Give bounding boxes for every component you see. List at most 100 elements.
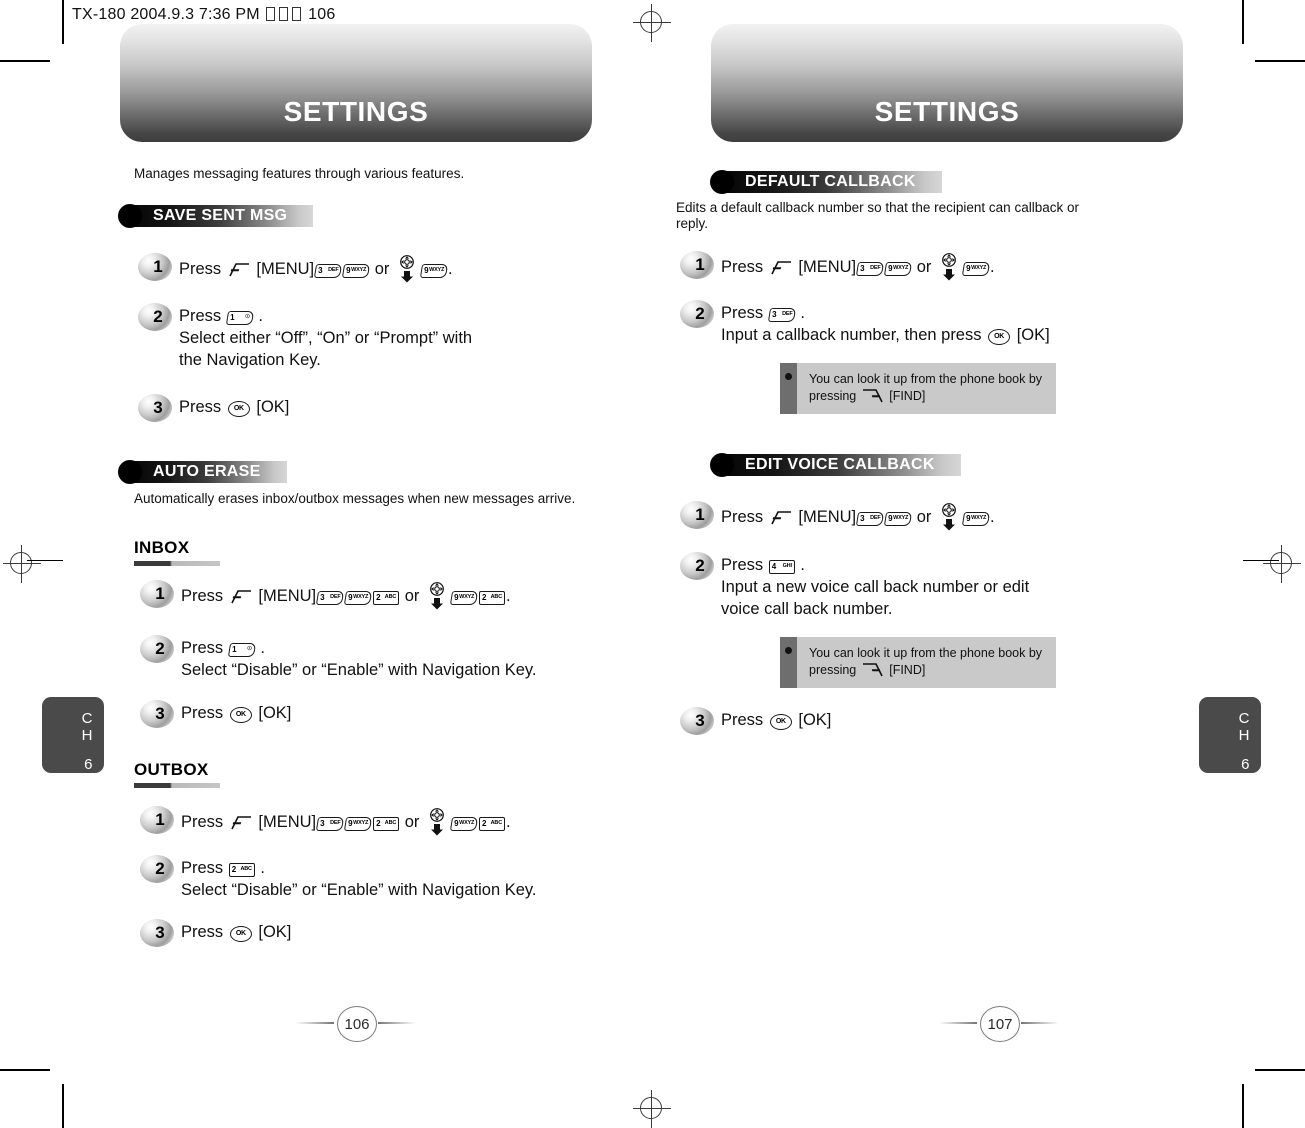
step-number-badge: 2: [680, 300, 714, 328]
press-label: Press: [181, 923, 224, 941]
or-label: or: [916, 508, 932, 526]
note-bullet-icon: [785, 647, 792, 654]
press-label: Press: [721, 508, 764, 526]
registration-mark-right-middle: [1263, 545, 1301, 583]
section-header-label: SAVE SENT MSG: [131, 205, 314, 227]
step-number-badge: 3: [140, 700, 174, 728]
period: .: [258, 307, 263, 325]
menu-softkey-icon: [229, 589, 253, 606]
step-item: 3 Press OK [OK]: [140, 700, 291, 728]
press-label: Press: [181, 859, 224, 877]
keypad-key-9-icon: 9 WXYZ: [884, 262, 913, 276]
step-number: 3: [153, 398, 163, 417]
period: .: [800, 556, 805, 574]
step-text: Press [MENU] 3 DEF 9 WXYZ 2 ABC or 9 WXYZ 2 ABC.: [181, 806, 511, 836]
bullet-circle-icon: [710, 170, 734, 194]
navigation-key-down-icon: [426, 582, 448, 610]
period: .: [800, 304, 805, 322]
bullet-circle-icon: [118, 460, 142, 484]
step-number: 2: [155, 639, 165, 658]
crop-line-top-right-horizontal: [1255, 60, 1305, 62]
step-text: Press [MENU] 3 DEF 9 WXYZ or 9 WXYZ.: [179, 253, 453, 283]
note-stripe: [780, 637, 797, 688]
press-label: Press: [721, 556, 764, 574]
keypad-key-9-icon: 9 WXYZ: [342, 264, 371, 278]
keypad-key-3-icon: 3 DEF: [856, 262, 885, 276]
menu-softkey-icon: [227, 262, 251, 279]
step-text: Press [MENU] 3 DEF 9 WXYZ 2 ABC or 9 WXYZ 2 ABC.: [181, 580, 511, 610]
menu-softkey-icon: [769, 260, 793, 277]
step-line: voice call back number.: [721, 600, 893, 618]
step-line: the Navigation Key.: [179, 351, 321, 369]
navigation-key-down-icon: [938, 253, 960, 281]
keypad-key-2-icon: 2 ABC: [373, 591, 400, 605]
page-banner-left: SETTINGS: [120, 24, 592, 142]
ok-key-icon: OK: [988, 329, 1011, 345]
description-line: reply.: [676, 216, 709, 231]
press-label: Press: [181, 704, 224, 722]
page-number-value: 107: [980, 1006, 1020, 1042]
press-label: Press: [179, 307, 222, 325]
section-header-edit-voice-callback: EDIT VOICE CALLBACK: [710, 453, 961, 477]
page-title: SETTINGS: [283, 96, 429, 127]
navigation-key-down-icon: [396, 255, 418, 283]
bullet-circle-icon: [710, 453, 734, 477]
left-page-intro: Manages messaging features through vario…: [134, 166, 465, 181]
note-pressing-label: pressing: [809, 389, 857, 403]
step-number-badge: 3: [140, 919, 174, 947]
step-text: Press 3 DEF . Input a callback number, th…: [721, 300, 1050, 346]
keypad-key-9-icon: 9 WXYZ: [449, 591, 479, 605]
step-number: 1: [155, 584, 165, 603]
press-label: Press: [179, 260, 222, 278]
step-item: 1 Press [MENU] 3 DEF 9 WXYZ or 9 WXYZ.: [138, 253, 453, 283]
step-item: 2 Press 1 ☉ . Select either “Off”, “On” o…: [138, 303, 472, 371]
subsection-rule: [134, 561, 220, 566]
note-body: You can look it up from the phone book b…: [797, 637, 1057, 688]
description-line: Edits a default callback number so that …: [676, 200, 1079, 215]
step-line: Select “Disable” or “Enable” with Naviga…: [181, 881, 537, 899]
navigation-key-down-icon: [426, 808, 448, 836]
step-item: 1 Press [MENU] 3 DEF 9 WXYZ or 9 WXYZ.: [680, 251, 995, 281]
step-number-badge: 1: [138, 253, 172, 281]
step-line: Input a new voice call back number or ed…: [721, 578, 1030, 596]
step-number: 2: [695, 556, 705, 575]
page-title: SETTINGS: [874, 96, 1020, 127]
step-line: Select either “Off”, “On” or “Prompt” wi…: [179, 329, 473, 347]
step-item: 2 Press 1 ☉ . Select “Disable” or “Enable…: [140, 635, 537, 681]
crop-line-bottom-right-horizontal: [1255, 1069, 1305, 1071]
press-label: Press: [181, 587, 224, 605]
keypad-key-3-icon: 3 DEF: [314, 264, 343, 278]
keypad-key-9-icon: 9 WXYZ: [961, 262, 991, 276]
step-number-badge: 2: [680, 552, 714, 580]
ok-label: [OK]: [258, 704, 292, 722]
step-number-badge: 1: [680, 251, 714, 279]
menu-label: [MENU]: [256, 260, 315, 278]
keypad-key-3-icon: 3 DEF: [316, 817, 345, 831]
note-stripe: [780, 363, 797, 414]
step-text: Press 1 ☉ . Select “Disable” or “Enable” …: [181, 635, 537, 681]
keypad-key-2-icon: 2 ABC: [228, 863, 255, 877]
step-text: Press 4 GHI . Input a new voice call back…: [721, 552, 1029, 620]
step-number: 1: [695, 255, 705, 274]
ok-label: [OK]: [1016, 326, 1050, 344]
section-header-default-callback: DEFAULT CALLBACK: [710, 170, 942, 194]
step-text: Press 1 ☉ . Select either “Off”, “On” or …: [179, 303, 472, 371]
step-text: Press [MENU] 3 DEF 9 WXYZ or 9 WXYZ.: [721, 251, 995, 281]
subsection-rule: [134, 783, 220, 788]
page-number-left: 106: [296, 1003, 416, 1043]
right-page: SETTINGS DEFAULT CALLBACK Edits a defaul…: [652, 0, 1252, 1128]
step-number: 2: [695, 304, 705, 323]
step-item: 2 Press 4 GHI . Input a new voice call ba…: [680, 552, 1029, 620]
step-number: 1: [695, 505, 705, 524]
subsection-outbox: OUTBOX: [134, 760, 220, 788]
subsection-title: INBOX: [134, 538, 190, 557]
press-label: Press: [721, 258, 764, 276]
page-number-rule-right: [1021, 1022, 1059, 1024]
step-number-badge: 1: [680, 501, 714, 529]
page-number-rule-left: [939, 1022, 977, 1024]
note-bullet-icon: [785, 373, 792, 380]
ok-label: [OK]: [258, 923, 292, 941]
keypad-key-9-icon: 9 WXYZ: [449, 817, 479, 831]
section-header-save-sent-msg: SAVE SENT MSG: [118, 204, 314, 228]
auto-erase-description: Automatically erases inbox/outbox messag…: [134, 491, 576, 506]
